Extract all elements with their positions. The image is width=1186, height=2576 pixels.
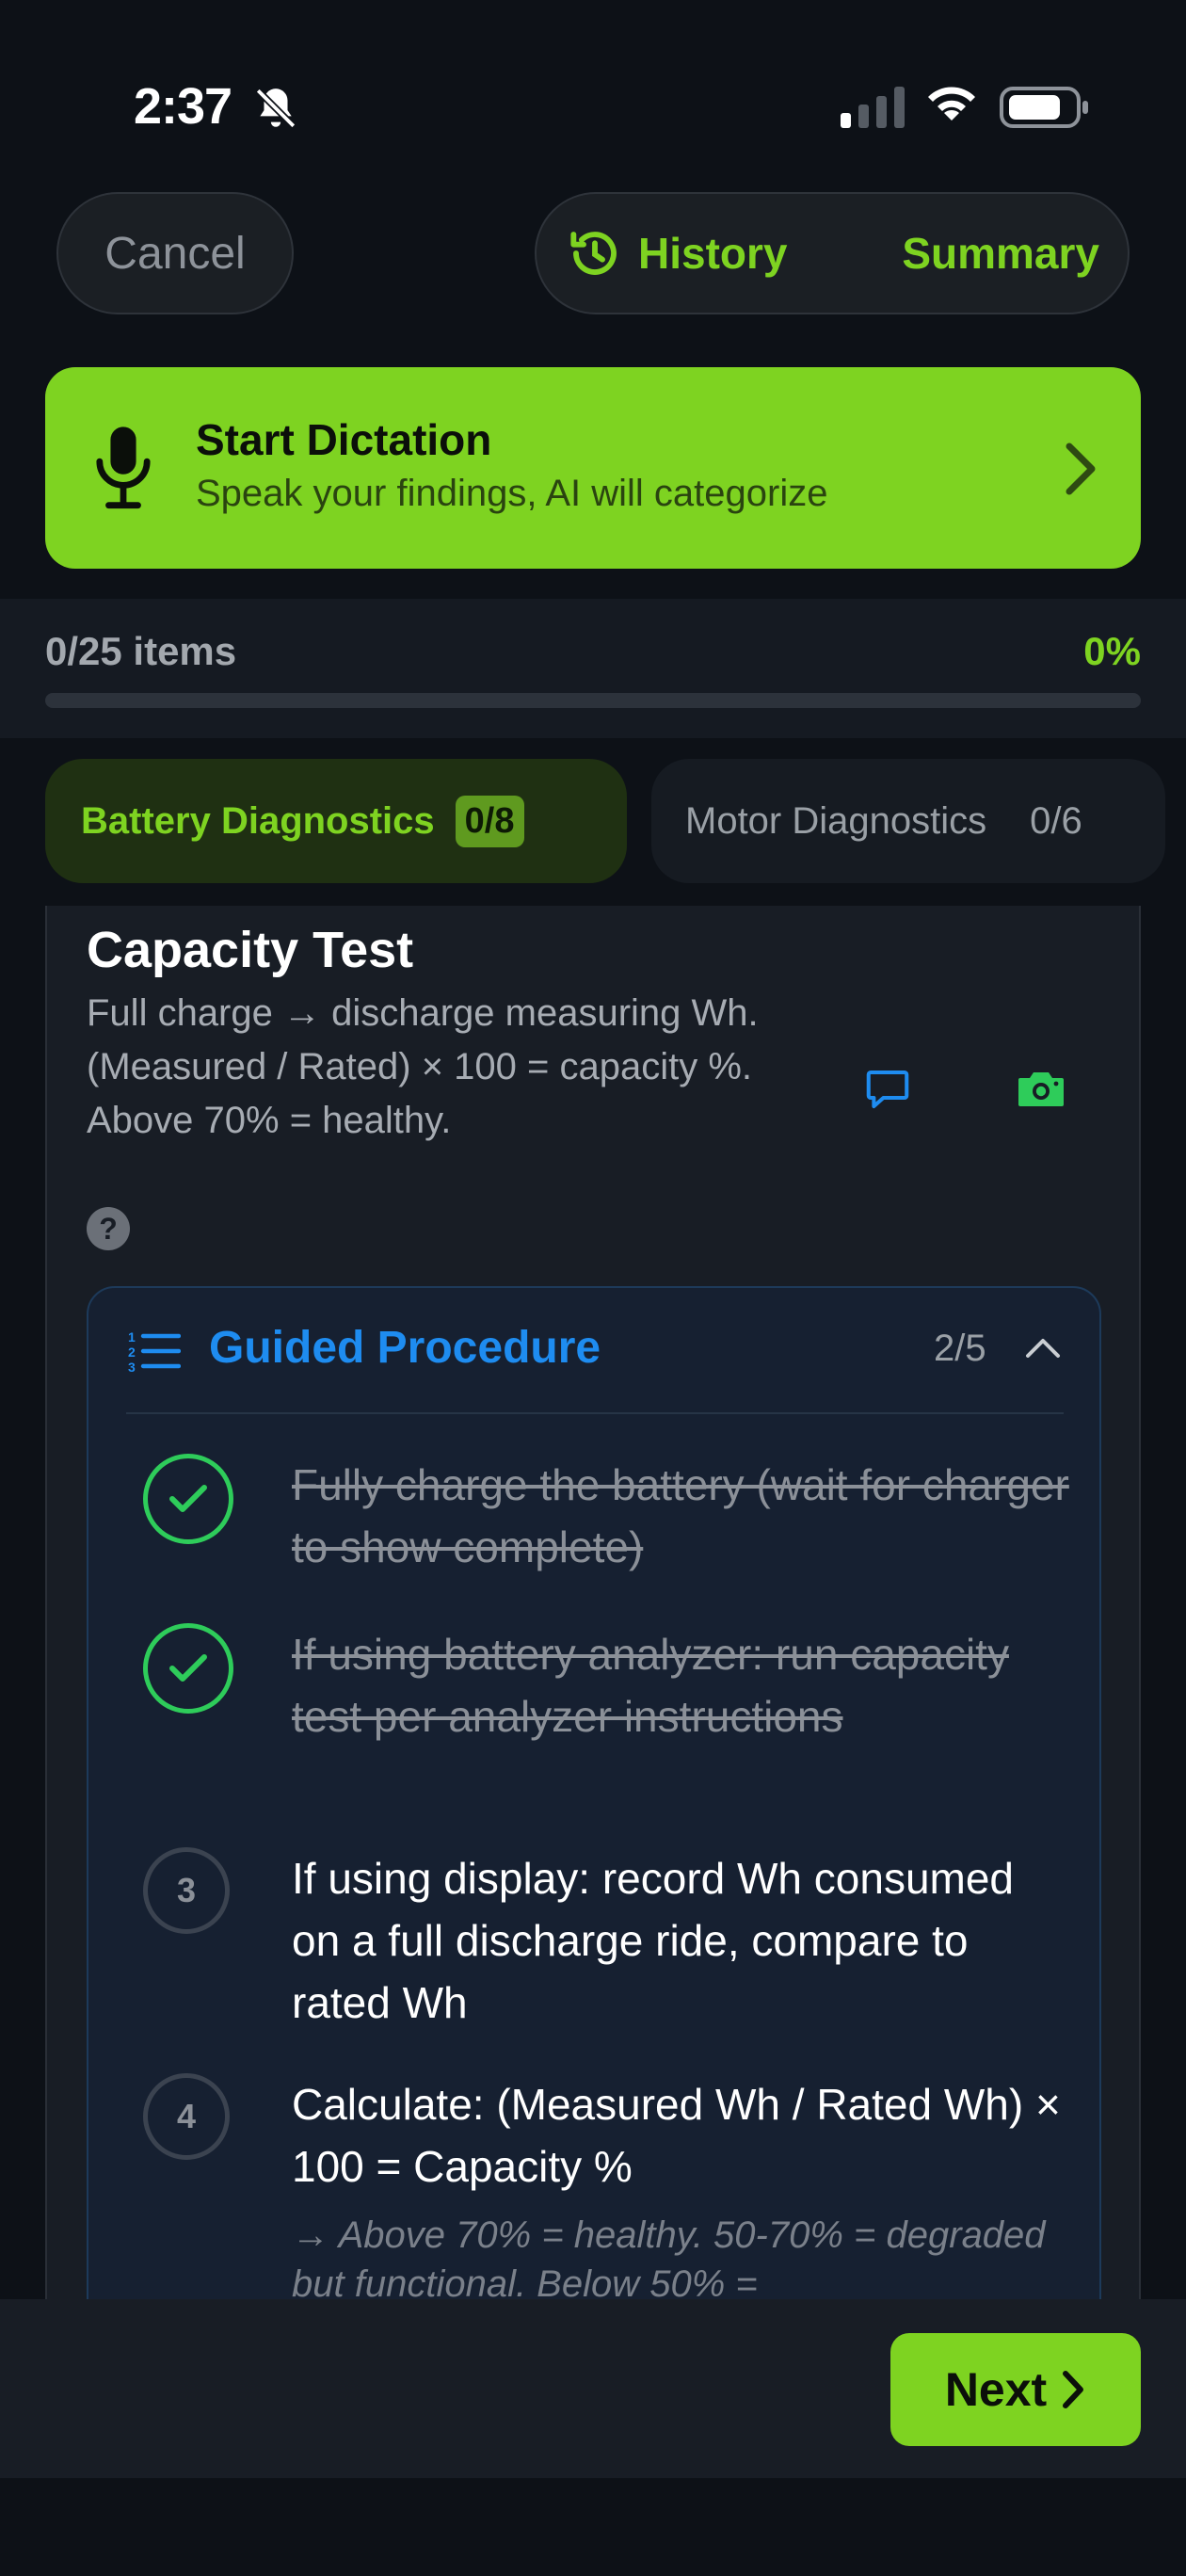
bell-slash-icon xyxy=(255,88,296,129)
summary-button[interactable]: Summary xyxy=(902,194,1099,313)
comment-icon[interactable] xyxy=(862,1064,913,1115)
dictation-subtitle: Speak your findings, AI will categorize xyxy=(196,473,828,514)
dictation-title: Start Dictation xyxy=(196,415,492,464)
chevron-right-icon xyxy=(1066,443,1096,495)
card-title: Capacity Test xyxy=(87,922,414,978)
procedure-step-4[interactable]: 4 Calculate: (Measured Wh / Rated Wh) × … xyxy=(143,2073,1066,2299)
cancel-button[interactable]: Cancel xyxy=(56,192,294,314)
chevron-right-icon xyxy=(1063,2371,1084,2408)
status-bar: 2:37 xyxy=(0,0,1186,188)
progress-section: 0/25 items 0% xyxy=(0,599,1186,738)
signal-icon xyxy=(841,87,905,128)
history-label: History xyxy=(638,229,788,278)
procedure-title: Guided Procedure xyxy=(209,1323,601,1373)
check-circle-icon[interactable] xyxy=(143,1454,233,1544)
procedure-step-1[interactable]: Fully charge the battery (wait for charg… xyxy=(143,1454,1069,1586)
tab-motor-diagnostics[interactable]: Motor Diagnostics 0/6 xyxy=(651,759,1165,883)
numbered-list-icon: 1 2 3 xyxy=(128,1329,181,1375)
tab-count-badge: 0/8 xyxy=(455,795,524,847)
progress-percent: 0% xyxy=(1083,629,1141,673)
card-description: Full charge → discharge measuring Wh. (M… xyxy=(87,992,759,1141)
step-number-circle[interactable]: 4 xyxy=(143,2073,230,2160)
divider xyxy=(126,1412,1064,1414)
step-number-circle[interactable]: 3 xyxy=(143,1847,230,1934)
battery-icon xyxy=(1000,87,1088,128)
procedure-step-2[interactable]: If using battery analyzer: run capacity … xyxy=(143,1623,1066,1811)
svg-text:1: 1 xyxy=(128,1329,136,1344)
step-text: If using battery analyzer: run capacity … xyxy=(292,1630,1009,1741)
chevron-up-icon[interactable] xyxy=(1022,1333,1064,1361)
step-text: If using display: record Wh consumed on … xyxy=(292,1854,1015,2027)
progress-count: 0/25 items xyxy=(45,629,237,673)
svg-text:3: 3 xyxy=(128,1360,136,1375)
tab-count: 0/6 xyxy=(1030,799,1082,842)
history-icon xyxy=(570,232,617,275)
procedure-progress-count: 2/5 xyxy=(934,1328,986,1369)
next-button[interactable]: Next xyxy=(890,2333,1141,2446)
step-text: Fully charge the battery (wait for charg… xyxy=(292,1460,1069,1571)
help-icon[interactable]: ? xyxy=(87,1207,130,1250)
tab-label: Motor Diagnostics xyxy=(685,799,987,842)
microphone-icon xyxy=(96,427,151,509)
status-time: 2:37 xyxy=(134,78,232,135)
camera-icon[interactable] xyxy=(1015,1064,1067,1111)
step-note: → Above 70% = healthy. 50-70% = degraded… xyxy=(292,2214,1046,2299)
guided-procedure-panel: 1 2 3 Guided Procedure 2/5 Fully charge … xyxy=(87,1286,1101,2299)
progress-bar xyxy=(45,693,1141,708)
next-label: Next xyxy=(944,2363,1048,2416)
header-segment: History Summary xyxy=(535,192,1130,314)
history-button[interactable]: History xyxy=(565,194,787,313)
step-text: Calculate: (Measured Wh / Rated Wh) × 10… xyxy=(292,2080,1061,2191)
procedure-step-3[interactable]: 3 If using display: record Wh consumed o… xyxy=(143,1847,1066,2036)
svg-text:2: 2 xyxy=(128,1344,136,1360)
start-dictation-banner[interactable]: Start Dictation Speak your findings, AI … xyxy=(45,367,1141,569)
tab-label: Battery Diagnostics xyxy=(81,799,435,842)
wifi-icon xyxy=(928,87,975,121)
check-circle-icon[interactable] xyxy=(143,1623,233,1714)
tab-battery-diagnostics[interactable]: Battery Diagnostics 0/8 xyxy=(45,759,627,883)
capacity-test-card: Capacity Test Full charge → discharge me… xyxy=(45,906,1141,2299)
